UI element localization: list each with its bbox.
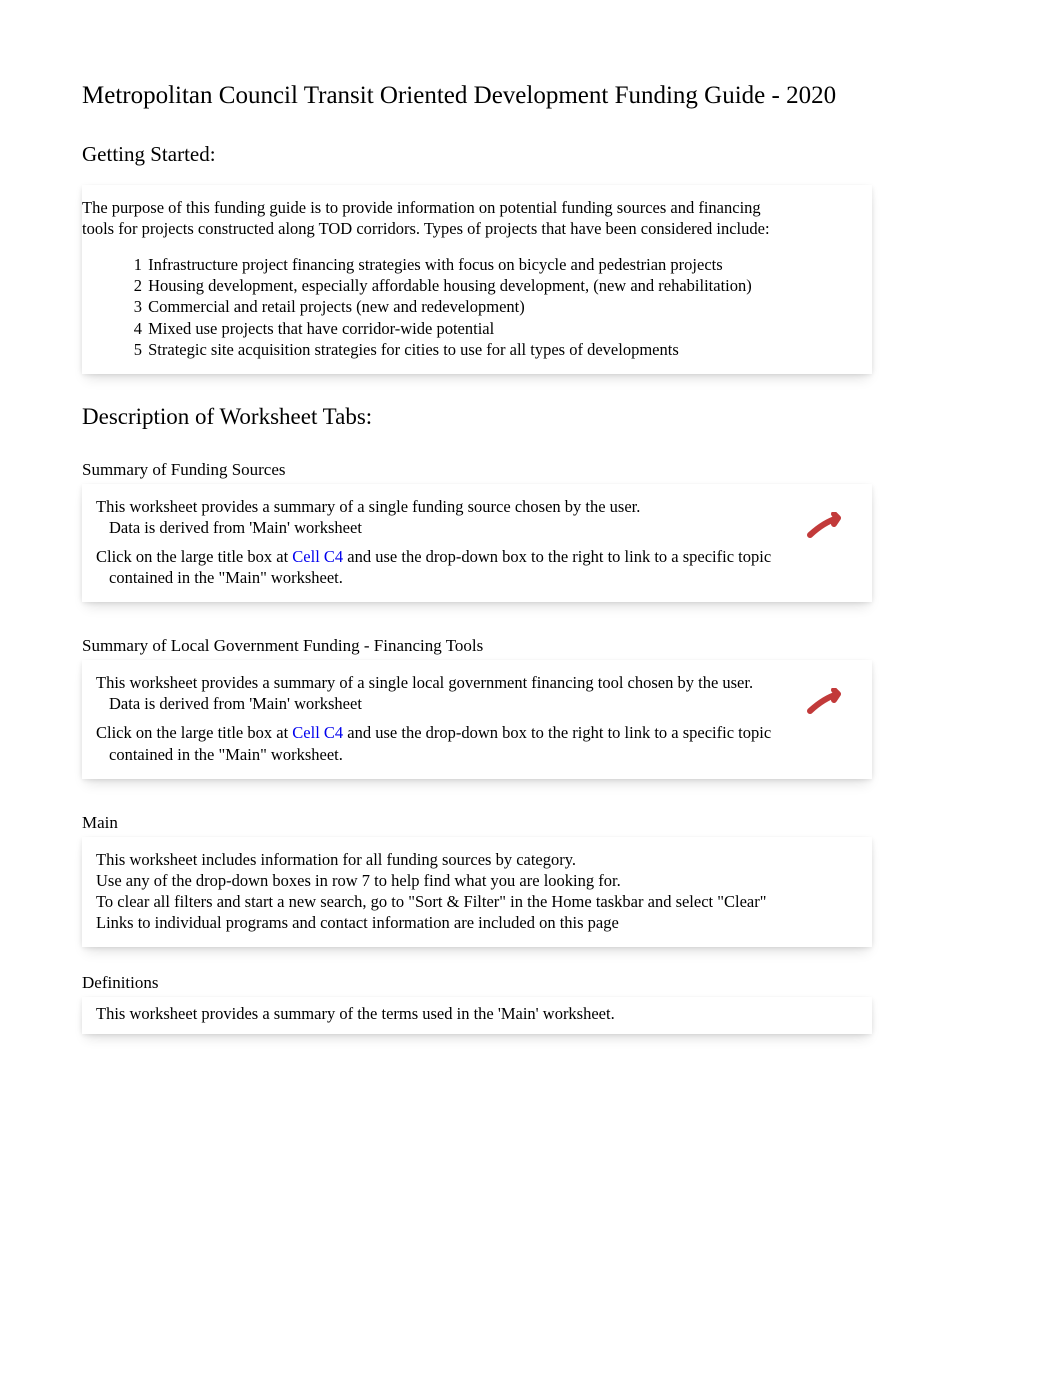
instruction-row: Click on the large title box at Cell C4 …	[82, 722, 872, 743]
main-title: Main	[82, 813, 982, 833]
body-text: Data is derived from 'Main' worksheet	[82, 693, 872, 714]
getting-started-box: The purpose of this funding guide is to …	[82, 185, 872, 374]
definitions-title: Definitions	[82, 973, 982, 993]
body-text: and use the drop-down box to the right t…	[343, 723, 771, 742]
intro-text-line: tools for projects constructed along TOD…	[82, 218, 872, 239]
body-text: contained in the "Main" worksheet.	[82, 744, 872, 765]
summary-funding-box: This worksheet provides a summary of a s…	[82, 484, 872, 602]
main-box: This worksheet includes information for …	[82, 837, 872, 947]
instruction-row: Click on the large title box at Cell C4 …	[82, 546, 872, 567]
body-text: Click on the large title box at	[96, 723, 292, 742]
body-text: Links to individual programs and contact…	[82, 912, 872, 933]
cell-link[interactable]: Cell C4	[292, 547, 343, 566]
body-text: To clear all filters and start a new sea…	[82, 891, 872, 912]
list-number: 1	[132, 254, 142, 275]
list-text: Infrastructure project financing strateg…	[148, 255, 723, 274]
list-number: 3	[132, 296, 142, 317]
page-title: Metropolitan Council Transit Oriented De…	[82, 82, 982, 110]
summary-local-title: Summary of Local Government Funding - Fi…	[82, 636, 982, 656]
body-text: Use any of the drop-down boxes in row 7 …	[82, 870, 872, 891]
list-item: 3 Commercial and retail projects (new an…	[82, 296, 872, 317]
list-text: Mixed use projects that have corridor-wi…	[148, 319, 494, 338]
body-text: This worksheet provides a summary of the…	[82, 1003, 872, 1024]
project-types-list: 1 Infrastructure project financing strat…	[82, 254, 872, 360]
intro-text-line: The purpose of this funding guide is to …	[82, 197, 872, 218]
tabs-description-heading: Description of Worksheet Tabs:	[82, 404, 982, 430]
definitions-box: This worksheet provides a summary of the…	[82, 997, 872, 1034]
body-text: contained in the "Main" worksheet.	[82, 567, 872, 588]
list-item: 4 Mixed use projects that have corridor-…	[82, 318, 872, 339]
summary-local-box: This worksheet provides a summary of a s…	[82, 660, 872, 778]
list-number: 4	[132, 318, 142, 339]
body-text: This worksheet includes information for …	[82, 849, 872, 870]
list-item: 5 Strategic site acquisition strategies …	[82, 339, 872, 360]
body-text: This worksheet provides a summary of a s…	[82, 496, 872, 517]
cell-link[interactable]: Cell C4	[292, 723, 343, 742]
body-text: This worksheet provides a summary of a s…	[82, 672, 872, 693]
list-text: Strategic site acquisition strategies fo…	[148, 340, 679, 359]
list-text: Commercial and retail projects (new and …	[148, 297, 525, 316]
list-number: 5	[132, 339, 142, 360]
list-number: 2	[132, 275, 142, 296]
body-text: and use the drop-down box to the right t…	[343, 547, 771, 566]
list-item: 2 Housing development, especially afford…	[82, 275, 872, 296]
body-text: Click on the large title box at	[96, 547, 292, 566]
getting-started-heading: Getting Started:	[82, 142, 982, 167]
arrow-icon	[804, 688, 848, 718]
list-text: Housing development, especially affordab…	[148, 276, 752, 295]
list-item: 1 Infrastructure project financing strat…	[82, 254, 872, 275]
summary-funding-title: Summary of Funding Sources	[82, 460, 982, 480]
document-page: Metropolitan Council Transit Oriented De…	[0, 0, 1062, 1034]
body-text: Data is derived from 'Main' worksheet	[82, 517, 872, 538]
arrow-icon	[804, 512, 848, 542]
